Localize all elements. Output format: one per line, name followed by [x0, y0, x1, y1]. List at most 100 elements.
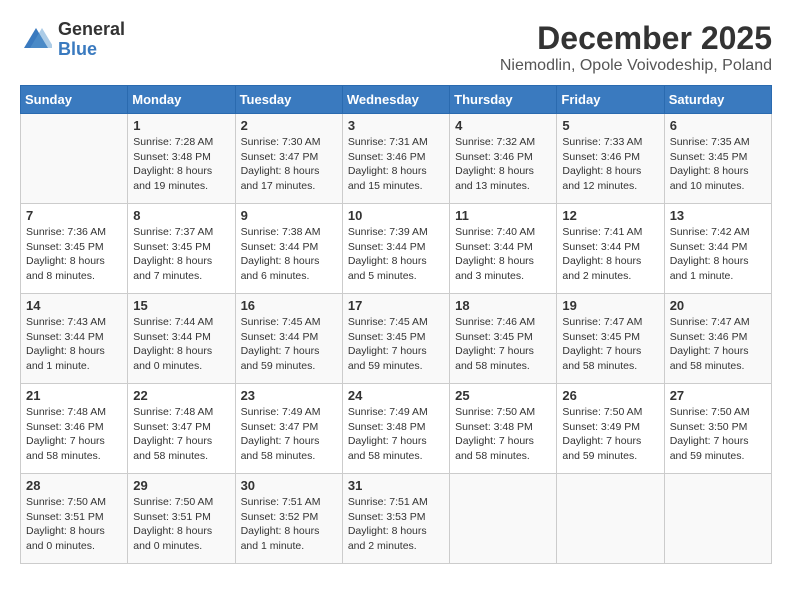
column-header-tuesday: Tuesday — [235, 86, 342, 114]
day-number: 3 — [348, 118, 444, 133]
calendar-cell: 7 Sunrise: 7:36 AM Sunset: 3:45 PM Daylig… — [21, 204, 128, 294]
calendar-cell: 28 Sunrise: 7:50 AM Sunset: 3:51 PM Dayli… — [21, 474, 128, 564]
day-number: 26 — [562, 388, 658, 403]
day-number: 23 — [241, 388, 337, 403]
day-number: 17 — [348, 298, 444, 313]
day-number: 4 — [455, 118, 551, 133]
day-number: 31 — [348, 478, 444, 493]
day-info: Sunrise: 7:49 AM Sunset: 3:48 PM Dayligh… — [348, 405, 444, 464]
day-info: Sunrise: 7:42 AM Sunset: 3:44 PM Dayligh… — [670, 225, 766, 284]
column-header-sunday: Sunday — [21, 86, 128, 114]
calendar-cell: 3 Sunrise: 7:31 AM Sunset: 3:46 PM Daylig… — [342, 114, 449, 204]
day-info: Sunrise: 7:28 AM Sunset: 3:48 PM Dayligh… — [133, 135, 229, 194]
day-info: Sunrise: 7:50 AM Sunset: 3:51 PM Dayligh… — [133, 495, 229, 554]
day-number: 9 — [241, 208, 337, 223]
calendar-week-row: 28 Sunrise: 7:50 AM Sunset: 3:51 PM Dayli… — [21, 474, 772, 564]
day-info: Sunrise: 7:33 AM Sunset: 3:46 PM Dayligh… — [562, 135, 658, 194]
calendar-cell: 12Sunrise: 7:41 AM Sunset: 3:44 PM Dayli… — [557, 204, 664, 294]
page-header: General Blue December 2025 Niemodlin, Op… — [20, 20, 772, 75]
title-area: December 2025 Niemodlin, Opole Voivodesh… — [500, 20, 772, 75]
calendar-cell: 4 Sunrise: 7:32 AM Sunset: 3:46 PM Daylig… — [450, 114, 557, 204]
day-info: Sunrise: 7:40 AM Sunset: 3:44 PM Dayligh… — [455, 225, 551, 284]
day-info: Sunrise: 7:37 AM Sunset: 3:45 PM Dayligh… — [133, 225, 229, 284]
calendar-cell: 6 Sunrise: 7:35 AM Sunset: 3:45 PM Daylig… — [664, 114, 771, 204]
calendar-cell: 13Sunrise: 7:42 AM Sunset: 3:44 PM Dayli… — [664, 204, 771, 294]
calendar-cell: 23Sunrise: 7:49 AM Sunset: 3:47 PM Dayli… — [235, 384, 342, 474]
day-info: Sunrise: 7:44 AM Sunset: 3:44 PM Dayligh… — [133, 315, 229, 374]
day-number: 20 — [670, 298, 766, 313]
calendar-cell: 9 Sunrise: 7:38 AM Sunset: 3:44 PM Daylig… — [235, 204, 342, 294]
month-title: December 2025 — [500, 20, 772, 57]
day-number: 19 — [562, 298, 658, 313]
column-header-thursday: Thursday — [450, 86, 557, 114]
calendar-cell: 11Sunrise: 7:40 AM Sunset: 3:44 PM Dayli… — [450, 204, 557, 294]
calendar-week-row: 21 Sunrise: 7:48 AM Sunset: 3:46 PM Dayli… — [21, 384, 772, 474]
day-number: 2 — [241, 118, 337, 133]
calendar-cell: 15 Sunrise: 7:44 AM Sunset: 3:44 PM Dayli… — [128, 294, 235, 384]
day-info: Sunrise: 7:50 AM Sunset: 3:50 PM Dayligh… — [670, 405, 766, 464]
day-info: Sunrise: 7:48 AM Sunset: 3:47 PM Dayligh… — [133, 405, 229, 464]
day-info: Sunrise: 7:48 AM Sunset: 3:46 PM Dayligh… — [26, 405, 122, 464]
day-number: 5 — [562, 118, 658, 133]
calendar-cell: 5 Sunrise: 7:33 AM Sunset: 3:46 PM Daylig… — [557, 114, 664, 204]
day-number: 6 — [670, 118, 766, 133]
day-number: 16 — [241, 298, 337, 313]
day-info: Sunrise: 7:35 AM Sunset: 3:45 PM Dayligh… — [670, 135, 766, 194]
day-number: 25 — [455, 388, 551, 403]
calendar-cell: 31 Sunrise: 7:51 AM Sunset: 3:53 PM Dayli… — [342, 474, 449, 564]
calendar-cell — [450, 474, 557, 564]
day-info: Sunrise: 7:50 AM Sunset: 3:49 PM Dayligh… — [562, 405, 658, 464]
calendar-cell: 19 Sunrise: 7:47 AM Sunset: 3:45 PM Dayli… — [557, 294, 664, 384]
day-info: Sunrise: 7:45 AM Sunset: 3:44 PM Dayligh… — [241, 315, 337, 374]
day-info: Sunrise: 7:51 AM Sunset: 3:52 PM Dayligh… — [241, 495, 337, 554]
day-number: 15 — [133, 298, 229, 313]
calendar-cell: 27Sunrise: 7:50 AM Sunset: 3:50 PM Dayli… — [664, 384, 771, 474]
calendar-cell: 26 Sunrise: 7:50 AM Sunset: 3:49 PM Dayli… — [557, 384, 664, 474]
calendar-cell: 25 Sunrise: 7:50 AM Sunset: 3:48 PM Dayli… — [450, 384, 557, 474]
logo-text: General Blue — [58, 20, 125, 60]
logo-icon — [20, 24, 52, 56]
calendar-cell: 30Sunrise: 7:51 AM Sunset: 3:52 PM Dayli… — [235, 474, 342, 564]
calendar-cell: 2 Sunrise: 7:30 AM Sunset: 3:47 PM Daylig… — [235, 114, 342, 204]
day-number: 28 — [26, 478, 122, 493]
day-info: Sunrise: 7:47 AM Sunset: 3:46 PM Dayligh… — [670, 315, 766, 374]
day-info: Sunrise: 7:38 AM Sunset: 3:44 PM Dayligh… — [241, 225, 337, 284]
day-info: Sunrise: 7:43 AM Sunset: 3:44 PM Dayligh… — [26, 315, 122, 374]
day-number: 10 — [348, 208, 444, 223]
calendar-cell: 20 Sunrise: 7:47 AM Sunset: 3:46 PM Dayli… — [664, 294, 771, 384]
day-number: 24 — [348, 388, 444, 403]
location: Niemodlin, Opole Voivodeship, Poland — [500, 57, 772, 75]
day-number: 14 — [26, 298, 122, 313]
calendar-week-row: 1 Sunrise: 7:28 AM Sunset: 3:48 PM Daylig… — [21, 114, 772, 204]
day-info: Sunrise: 7:51 AM Sunset: 3:53 PM Dayligh… — [348, 495, 444, 554]
column-header-monday: Monday — [128, 86, 235, 114]
day-info: Sunrise: 7:45 AM Sunset: 3:45 PM Dayligh… — [348, 315, 444, 374]
logo-blue: Blue — [58, 40, 125, 60]
calendar-cell: 18Sunrise: 7:46 AM Sunset: 3:45 PM Dayli… — [450, 294, 557, 384]
calendar-header-row: SundayMondayTuesdayWednesdayThursdayFrid… — [21, 86, 772, 114]
logo-general: General — [58, 20, 125, 40]
day-number: 8 — [133, 208, 229, 223]
day-info: Sunrise: 7:32 AM Sunset: 3:46 PM Dayligh… — [455, 135, 551, 194]
day-info: Sunrise: 7:31 AM Sunset: 3:46 PM Dayligh… — [348, 135, 444, 194]
day-info: Sunrise: 7:50 AM Sunset: 3:51 PM Dayligh… — [26, 495, 122, 554]
logo: General Blue — [20, 20, 125, 60]
day-info: Sunrise: 7:36 AM Sunset: 3:45 PM Dayligh… — [26, 225, 122, 284]
calendar-cell: 14 Sunrise: 7:43 AM Sunset: 3:44 PM Dayli… — [21, 294, 128, 384]
column-header-friday: Friday — [557, 86, 664, 114]
day-number: 7 — [26, 208, 122, 223]
calendar-cell — [557, 474, 664, 564]
calendar-cell — [21, 114, 128, 204]
day-number: 1 — [133, 118, 229, 133]
calendar-cell: 1 Sunrise: 7:28 AM Sunset: 3:48 PM Daylig… — [128, 114, 235, 204]
day-number: 21 — [26, 388, 122, 403]
day-info: Sunrise: 7:50 AM Sunset: 3:48 PM Dayligh… — [455, 405, 551, 464]
day-info: Sunrise: 7:30 AM Sunset: 3:47 PM Dayligh… — [241, 135, 337, 194]
day-info: Sunrise: 7:39 AM Sunset: 3:44 PM Dayligh… — [348, 225, 444, 284]
calendar-cell: 10 Sunrise: 7:39 AM Sunset: 3:44 PM Dayli… — [342, 204, 449, 294]
calendar-cell: 24 Sunrise: 7:49 AM Sunset: 3:48 PM Dayli… — [342, 384, 449, 474]
day-number: 18 — [455, 298, 551, 313]
calendar-week-row: 7 Sunrise: 7:36 AM Sunset: 3:45 PM Daylig… — [21, 204, 772, 294]
calendar-cell — [664, 474, 771, 564]
day-info: Sunrise: 7:47 AM Sunset: 3:45 PM Dayligh… — [562, 315, 658, 374]
